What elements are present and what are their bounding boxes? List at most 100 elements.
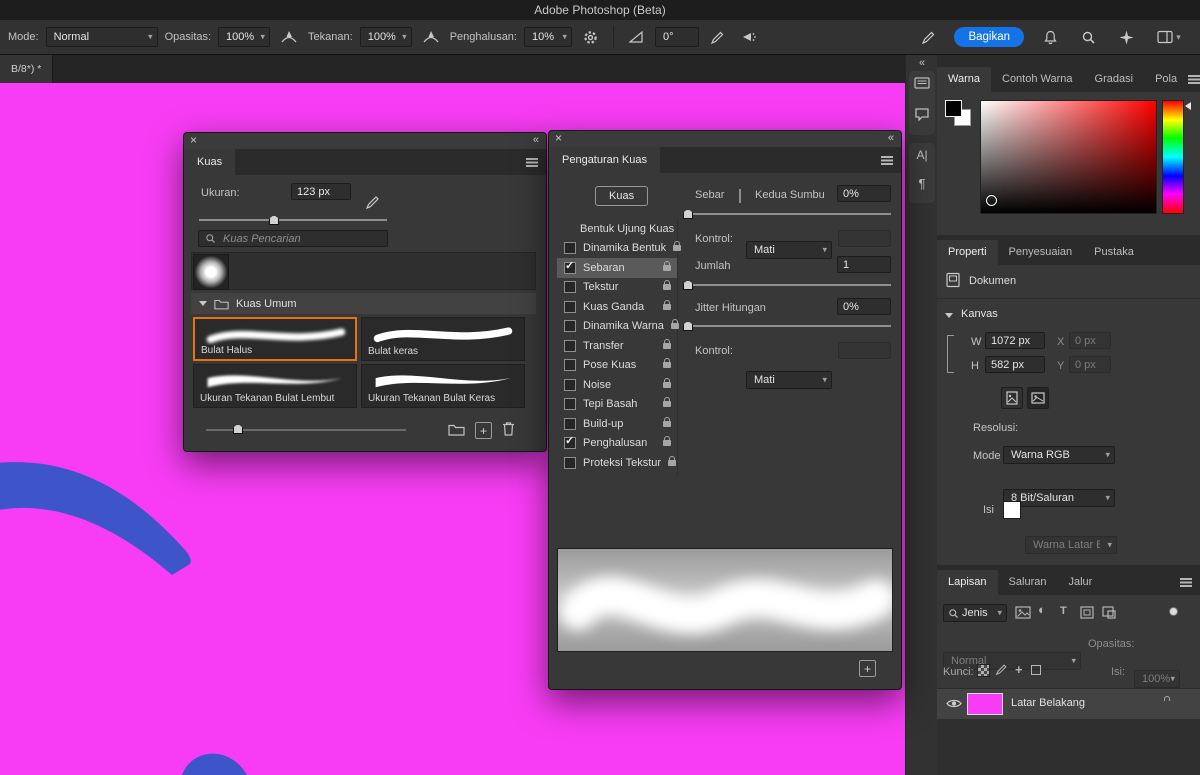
stylus-icon[interactable] [916,26,940,48]
history-panel-icon[interactable] [906,77,938,92]
filter-pixel-layer-icon[interactable] [1015,606,1031,622]
scatter-slider-thumb[interactable] [683,209,693,219]
brush-settings-shortcut-icon[interactable] [361,191,385,213]
filter-shape-layer-icon[interactable] [1080,606,1094,622]
checkbox[interactable]: ✓ [564,300,576,313]
brush-tile[interactable]: Ukuran Tekanan Bulat Keras [361,364,525,408]
brush-tile[interactable]: Ukuran Tekanan Bulat Lembut [193,364,357,408]
search-icon[interactable] [1076,26,1100,48]
fill-dropdown[interactable]: Warna Latar Bela... ▾ [1025,536,1117,554]
pressure-dropdown[interactable]: 100% ▾ [359,27,412,47]
layer-filter-type-dropdown[interactable]: Jenis ▾ [943,604,1007,622]
lock-artboard-icon[interactable] [1031,665,1041,675]
foreground-color-swatch[interactable] [945,100,962,117]
lock-icon[interactable] [670,319,679,330]
brush-settings-menu-icon[interactable] [881,147,901,173]
fill-color-swatch[interactable] [1003,501,1021,519]
opacity-dropdown[interactable]: 100% ▾ [218,27,271,47]
brush-size-field[interactable] [291,183,351,200]
brush-setting-row[interactable]: ✓ Sebaran [557,258,677,278]
tab-kuas[interactable]: Kuas [184,149,236,175]
brush-setting-row[interactable]: ✓ Dinamika Bentuk [557,239,682,259]
brush-tile[interactable]: Bulat keras [361,317,525,361]
brushes-shortcut-button[interactable]: Kuas [595,186,649,206]
brush-setting-row[interactable]: ✓ Dinamika Warna [557,317,679,337]
tab-contoh-warna[interactable]: Contoh Warna [991,67,1084,92]
control1-dropdown[interactable]: Mati ▾ [746,241,832,259]
color-panel-menu-icon[interactable] [1188,67,1200,92]
lock-icon[interactable] [663,436,671,447]
lock-icon[interactable] [673,241,682,252]
smoothing-gear-icon[interactable] [579,26,603,48]
checkbox[interactable]: ✓ [564,417,576,430]
orientation-portrait-button[interactable] [1001,387,1023,409]
checkbox[interactable]: ✓ [564,320,576,333]
width-field[interactable] [985,332,1045,349]
brush-tile[interactable]: Bulat Halus [193,317,357,361]
brushes-panel-header[interactable]: × « [184,133,546,150]
collapse-dock-icon[interactable]: « [906,57,938,69]
share-button[interactable]: Bagikan [954,27,1024,47]
layer-row[interactable]: Latar Belakang [937,688,1200,720]
document-tab[interactable]: B/8*) * [0,55,54,83]
lock-icon[interactable] [668,455,677,466]
hue-slider-marker[interactable] [1185,102,1191,110]
lock-position-icon[interactable]: + [1015,662,1023,677]
lock-icon[interactable] [663,280,671,291]
lock-icon[interactable] [663,338,671,349]
blend-mode-dropdown[interactable]: Normal ▾ [45,27,158,47]
lock-paint-icon[interactable] [995,663,1008,679]
y-field[interactable] [1069,356,1111,373]
smoothing-dropdown[interactable]: 10% ▾ [523,27,572,47]
layer-opacity-dropdown[interactable]: 100% ▾ [1134,670,1180,688]
checkbox[interactable]: ✓ [564,359,576,372]
x-field[interactable] [1069,332,1111,349]
tab-jalur[interactable]: Jalur [1057,570,1103,595]
filter-toggle-icon[interactable] [1169,607,1178,616]
layer-thumbnail[interactable] [967,693,1003,715]
count-jitter-slider-thumb[interactable] [683,321,693,331]
brush-group-header[interactable]: Kuas Umum [191,293,536,314]
airbrush-icon[interactable] [737,26,761,48]
brush-setting-row[interactable]: Bentuk Ujung Kuas [557,219,677,239]
lock-icon[interactable] [663,358,671,369]
lock-icon[interactable] [663,377,671,388]
both-axes-checkbox[interactable]: ✓ [739,189,741,203]
height-field[interactable] [985,356,1045,373]
lock-icon[interactable] [663,397,671,408]
pen-pressure-icon[interactable] [706,26,730,48]
brush-search-box[interactable] [198,230,388,247]
brush-setting-row[interactable]: ✓ Build-up [557,414,677,434]
brush-setting-row[interactable]: ✓ Penghalusan [557,434,677,454]
notifications-bell-icon[interactable] [1038,26,1062,48]
brush-setting-row[interactable]: ✓ Tekstur [557,278,677,298]
control2-dropdown[interactable]: Mati ▾ [746,371,832,389]
scatter-slider[interactable] [687,213,891,215]
color-picker-ring[interactable] [986,195,997,206]
brush-setting-row[interactable]: ✓ Pose Kuas [557,356,677,376]
count-value-field[interactable] [837,256,891,273]
delete-brush-trash-icon[interactable] [502,421,515,436]
lock-transparency-icon[interactable] [977,664,990,677]
tab-gradasi[interactable]: Gradasi [1084,67,1145,92]
filter-adjustment-layer-icon[interactable]: ◐ [1038,602,1046,617]
tab-pola[interactable]: Pola [1144,67,1188,92]
tab-pengaturan-kuas[interactable]: Pengaturan Kuas [549,147,661,173]
checkbox[interactable]: ✓ [564,260,576,274]
collapse-icon[interactable]: « [533,133,539,148]
comments-panel-icon[interactable] [906,107,938,124]
checkbox[interactable]: ✓ [564,339,576,352]
tab-lapisan[interactable]: Lapisan [937,570,998,595]
selected-brush-thumbnail[interactable] [193,254,229,290]
brush-setting-row[interactable]: ✓ Tepi Basah [557,395,677,415]
filter-type-layer-icon[interactable]: T [1060,605,1067,617]
create-new-brush-icon[interactable]: + [859,660,876,677]
hue-slider[interactable] [1162,100,1184,214]
checkbox[interactable]: ✓ [564,281,576,294]
constrain-link-icon[interactable] [947,335,954,373]
checkbox[interactable]: ✓ [564,435,576,450]
brush-setting-row[interactable]: ✓ Proteksi Tekstur [557,453,677,473]
orientation-landscape-button[interactable] [1027,387,1049,409]
control2-value-field[interactable] [838,342,891,359]
count-jitter-value-field[interactable] [837,298,891,315]
